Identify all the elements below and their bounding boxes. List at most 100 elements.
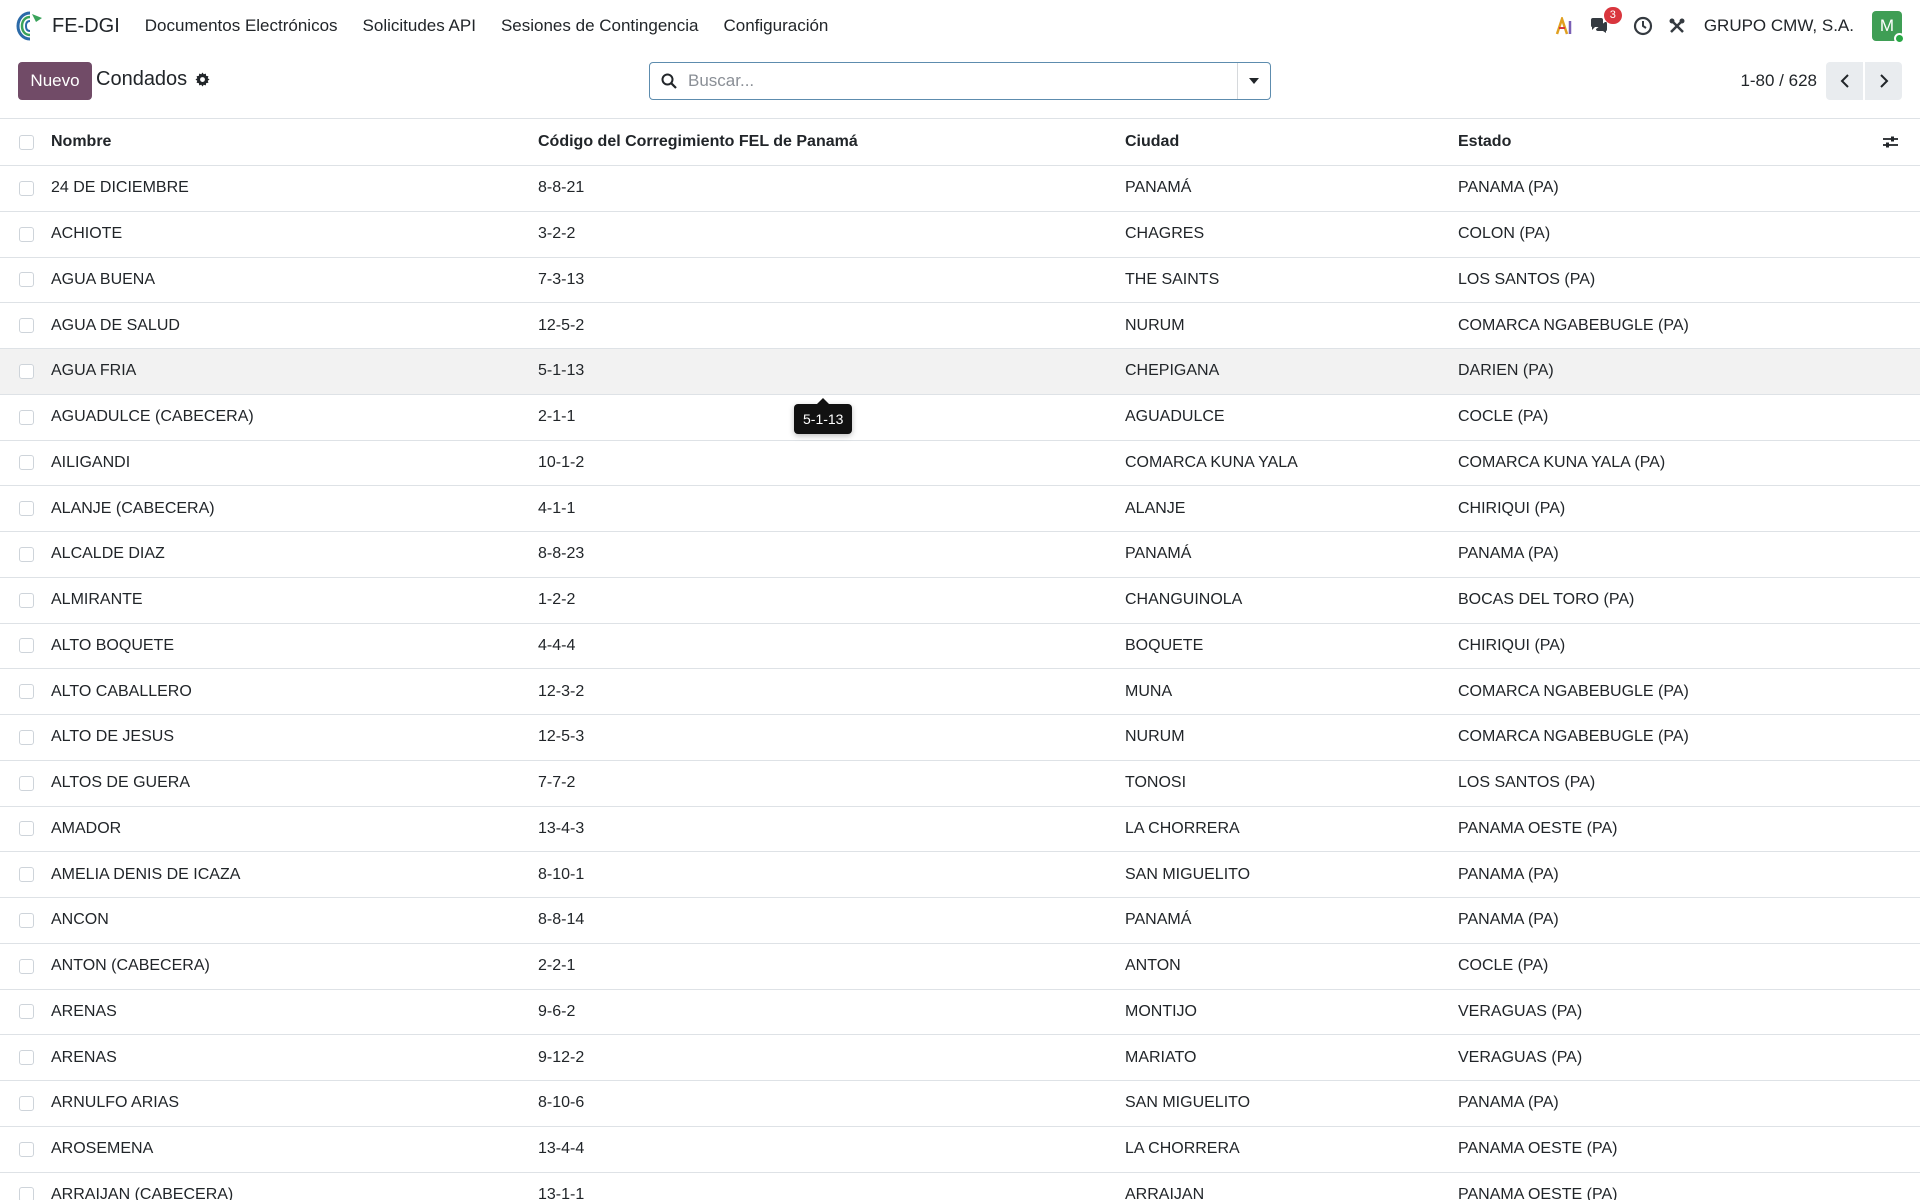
select-all-checkbox[interactable]	[19, 134, 34, 150]
cell-ciudad[interactable]: PANAMÁ	[1125, 166, 1458, 212]
new-button[interactable]: Nuevo	[18, 62, 92, 100]
row-checkbox[interactable]	[19, 455, 34, 471]
cell-ciudad[interactable]: SAN MIGUELITO	[1125, 1081, 1458, 1127]
row-checkbox[interactable]	[19, 226, 34, 242]
cell-codigo[interactable]: 4-4-4	[538, 623, 1125, 669]
cell-estado[interactable]: COMARCA NGABEBUGLE (PA)	[1458, 669, 1880, 715]
table-row[interactable]: AMELIA DENIS DE ICAZA 8-10-1 SAN MIGUELITO…	[0, 852, 1920, 898]
row-checkbox[interactable]	[19, 272, 34, 288]
cell-nombre[interactable]: AROSEMENA	[51, 1126, 538, 1172]
cell-estado[interactable]: PANAMA (PA)	[1458, 532, 1880, 578]
row-checkbox[interactable]	[19, 684, 34, 700]
cell-estado[interactable]: PANAMA OESTE (PA)	[1458, 1172, 1880, 1200]
row-checkbox[interactable]	[19, 1187, 34, 1200]
cell-codigo[interactable]: 13-1-1	[538, 1172, 1125, 1200]
cell-ciudad[interactable]: PANAMÁ	[1125, 532, 1458, 578]
cell-codigo[interactable]: 8-8-14	[538, 898, 1125, 944]
menu-documentos-electronicos[interactable]: Documentos Electrónicos	[145, 16, 338, 36]
cell-ciudad[interactable]: COMARCA KUNA YALA	[1125, 440, 1458, 486]
row-checkbox[interactable]	[19, 363, 34, 379]
menu-sesiones-de-contingencia[interactable]: Sesiones de Contingencia	[501, 16, 699, 36]
cell-codigo[interactable]: 9-12-2	[538, 1035, 1125, 1081]
cell-nombre[interactable]: ALTO CABALLERO	[51, 669, 538, 715]
column-header-estado[interactable]: Estado	[1458, 119, 1880, 166]
table-row[interactable]: ARENAS 9-12-2 MARIATO VERAGUAS (PA)	[0, 1035, 1920, 1081]
cell-ciudad[interactable]: CHANGUINOLA	[1125, 577, 1458, 623]
table-row[interactable]: AGUA BUENA 7-3-13 THE SAINTS LOS SANTOS (PA…	[0, 257, 1920, 303]
table-row[interactable]: ARRAIJAN (CABECERA) 13-1-1 ARRAIJAN PANAMA …	[0, 1172, 1920, 1200]
cell-nombre[interactable]: AGUA BUENA	[51, 257, 538, 303]
cell-codigo[interactable]: 1-2-2	[538, 577, 1125, 623]
cell-ciudad[interactable]: MARIATO	[1125, 1035, 1458, 1081]
row-checkbox[interactable]	[19, 546, 34, 562]
cell-codigo[interactable]: 13-4-4	[538, 1126, 1125, 1172]
row-checkbox[interactable]	[19, 180, 34, 196]
gear-icon[interactable]	[194, 72, 210, 88]
cell-codigo[interactable]: 9-6-2	[538, 989, 1125, 1035]
row-checkbox[interactable]	[19, 775, 34, 791]
cell-codigo[interactable]: 8-10-1	[538, 852, 1125, 898]
cell-nombre[interactable]: AGUADULCE (CABECERA)	[51, 394, 538, 440]
menu-solicitudes-api[interactable]: Solicitudes API	[363, 16, 476, 36]
search-options-toggle[interactable]	[1237, 63, 1270, 99]
cell-ciudad[interactable]: LA CHORRERA	[1125, 806, 1458, 852]
cell-nombre[interactable]: ALTO BOQUETE	[51, 623, 538, 669]
table-row[interactable]: ARNULFO ARIAS 8-10-6 SAN MIGUELITO PANAMA (…	[0, 1081, 1920, 1127]
table-row[interactable]: AGUA FRIA 5-1-13 CHEPIGANA DARIEN (PA)	[0, 348, 1920, 395]
cell-nombre[interactable]: ARENAS	[51, 989, 538, 1035]
search-input[interactable]	[688, 64, 1237, 98]
row-checkbox[interactable]	[19, 1141, 34, 1157]
table-row[interactable]: AILIGANDI 10-1-2 COMARCA KUNA YALA COMARCA …	[0, 440, 1920, 486]
cell-ciudad[interactable]: MONTIJO	[1125, 989, 1458, 1035]
row-checkbox[interactable]	[19, 867, 34, 883]
cell-ciudad[interactable]: LA CHORRERA	[1125, 1126, 1458, 1172]
row-checkbox[interactable]	[19, 1050, 34, 1066]
cell-estado[interactable]: CHIRIQUI (PA)	[1458, 486, 1880, 532]
cell-codigo[interactable]: 3-2-2	[538, 211, 1125, 257]
clock-icon[interactable]	[1632, 15, 1654, 37]
row-checkbox[interactable]	[19, 638, 34, 654]
cell-estado[interactable]: LOS SANTOS (PA)	[1458, 257, 1880, 303]
pager-previous-button[interactable]	[1826, 62, 1863, 100]
column-header-codigo[interactable]: Código del Corregimiento FEL de Panamá	[538, 119, 1125, 166]
table-row[interactable]: ACHIOTE 3-2-2 CHAGRES COLON (PA)	[0, 211, 1920, 257]
pager-value[interactable]: 1-80 / 628	[1740, 71, 1817, 91]
row-checkbox[interactable]	[19, 409, 34, 425]
cell-codigo[interactable]: 5-1-13	[538, 349, 1125, 395]
cell-codigo[interactable]: 7-3-13	[538, 257, 1125, 303]
table-row[interactable]: AMADOR 13-4-3 LA CHORRERA PANAMA OESTE (PA)	[0, 806, 1920, 852]
table-row[interactable]: AROSEMENA 13-4-4 LA CHORRERA PANAMA OESTE (…	[0, 1126, 1920, 1172]
cell-estado[interactable]: PANAMA (PA)	[1458, 898, 1880, 944]
cell-ciudad[interactable]: ANTON	[1125, 943, 1458, 989]
cell-ciudad[interactable]: ALANJE	[1125, 486, 1458, 532]
optional-columns-icon[interactable]	[1880, 132, 1900, 152]
cell-estado[interactable]: PANAMA (PA)	[1458, 1081, 1880, 1127]
cell-ciudad[interactable]: CHAGRES	[1125, 211, 1458, 257]
cell-estado[interactable]: PANAMA (PA)	[1458, 166, 1880, 212]
user-avatar[interactable]: M	[1872, 11, 1905, 44]
cell-estado[interactable]: PANAMA OESTE (PA)	[1458, 806, 1880, 852]
cell-ciudad[interactable]: NURUM	[1125, 303, 1458, 349]
cell-codigo[interactable]: 8-10-6	[538, 1081, 1125, 1127]
brand[interactable]: FE-DGI	[14, 0, 145, 52]
cell-estado[interactable]: COCLE (PA)	[1458, 943, 1880, 989]
cell-estado[interactable]: COMARCA NGABEBUGLE (PA)	[1458, 303, 1880, 349]
cell-estado[interactable]: PANAMA (PA)	[1458, 852, 1880, 898]
cell-nombre[interactable]: AILIGANDI	[51, 440, 538, 486]
cell-estado[interactable]: VERAGUAS (PA)	[1458, 989, 1880, 1035]
table-row[interactable]: ALCALDE DIAZ 8-8-23 PANAMÁ PANAMA (PA)	[0, 532, 1920, 578]
cell-ciudad[interactable]: ARRAIJAN	[1125, 1172, 1458, 1200]
table-row[interactable]: ALTO DE JESUS 12-5-3 NURUM COMARCA NGABEBUG…	[0, 715, 1920, 761]
cell-nombre[interactable]: ARENAS	[51, 1035, 538, 1081]
cell-nombre[interactable]: AMADOR	[51, 806, 538, 852]
row-checkbox[interactable]	[19, 821, 34, 837]
cell-nombre[interactable]: ANTON (CABECERA)	[51, 943, 538, 989]
cell-nombre[interactable]: ALTOS DE GUERA	[51, 760, 538, 806]
cell-ciudad[interactable]: AGUADULCE	[1125, 394, 1458, 440]
cell-nombre[interactable]: ANCON	[51, 898, 538, 944]
cell-nombre[interactable]: ARNULFO ARIAS	[51, 1081, 538, 1127]
cell-nombre[interactable]: ACHIOTE	[51, 211, 538, 257]
pager-next-button[interactable]	[1865, 62, 1902, 100]
cell-nombre[interactable]: ARRAIJAN (CABECERA)	[51, 1172, 538, 1200]
cell-codigo[interactable]: 8-8-21	[538, 166, 1125, 212]
